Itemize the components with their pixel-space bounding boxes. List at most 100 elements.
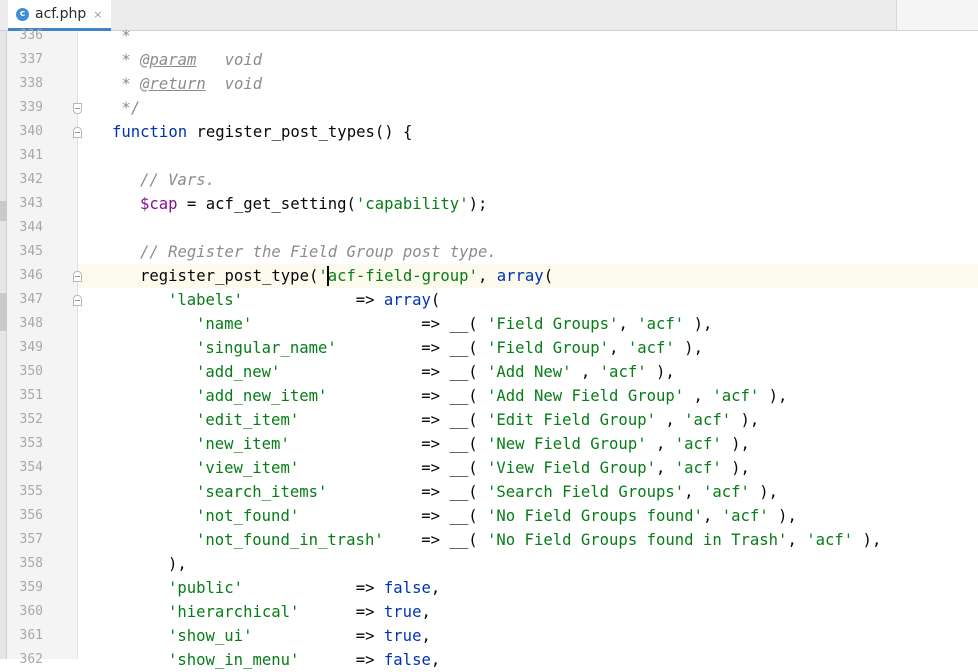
code-token: => __( — [252, 315, 488, 333]
code-line: register_post_type('acf-field-group', ar… — [140, 264, 553, 288]
code-token: 'Add New' — [487, 363, 572, 381]
code-token: => __( — [336, 339, 487, 357]
code-token: => — [243, 291, 384, 309]
code-token: 'View Field Group' — [487, 459, 656, 477]
code-token: 'search_items' — [195, 483, 328, 501]
line-number: 352 — [19, 412, 43, 427]
code-token: 'show_in_menu' — [167, 651, 300, 669]
line-number: 348 — [19, 316, 43, 331]
line-number: 358 — [19, 556, 43, 571]
code-token: , — [656, 411, 685, 429]
tool-window-strip — [0, 31, 7, 659]
code-token: 'acf' — [599, 363, 647, 381]
code-token: 'add_new' — [195, 363, 281, 381]
code-token: = acf_get_setting( — [177, 195, 356, 213]
code-line: 'public' => false, — [168, 576, 440, 600]
code-token: 'No Field Groups found' — [487, 507, 703, 525]
code-token: register_post_types() { — [196, 123, 413, 141]
code-token: array — [496, 267, 544, 285]
code-token: ), — [674, 339, 703, 357]
editor-tab-bar: c acf.php × — [0, 0, 978, 31]
code-editor[interactable]: * * @param void * @return void */function r… — [78, 27, 978, 669]
code-token: 'new_item' — [195, 435, 290, 453]
line-number: 337 — [19, 52, 43, 67]
code-token: // Register the Field Group post type. — [139, 243, 497, 261]
code-line: // Vars. — [140, 168, 215, 192]
code-line: 'not_found' => __( 'No Field Groups foun… — [196, 504, 797, 528]
code-token: 'show_ui' — [167, 627, 253, 645]
code-token: array — [383, 291, 431, 309]
code-line: 'not_found_in_trash' => __( 'No Field Gr… — [196, 528, 881, 552]
code-token: 'Field Group' — [487, 339, 610, 357]
code-line: 'view_item' => __( 'View Field Group', '… — [196, 456, 750, 480]
code-token: 'Edit Field Group' — [487, 411, 656, 429]
code-line: ), — [168, 552, 187, 576]
line-number: 342 — [19, 172, 43, 187]
code-token: 'not_found' — [195, 507, 300, 525]
line-number: 351 — [19, 388, 43, 403]
code-token: ), — [731, 411, 760, 429]
php-class-icon: c — [16, 7, 29, 21]
line-number: 339 — [19, 100, 43, 115]
code-line: 'add_new' => __( 'Add New' , 'acf' ), — [196, 360, 675, 384]
code-token: register_post_type( — [139, 267, 319, 285]
code-token: , — [430, 579, 441, 597]
code-token: 'acf' — [721, 507, 769, 525]
code-token: , — [430, 651, 441, 669]
tab-title: acf.php — [35, 6, 87, 22]
text-cursor — [326, 266, 329, 286]
line-number: 345 — [19, 244, 43, 259]
code-token: ), — [646, 363, 675, 381]
line-number: 340 — [19, 124, 43, 139]
strip-marker — [0, 293, 7, 331]
code-token: ), — [684, 315, 713, 333]
code-token: ( — [430, 291, 441, 309]
code-token: , — [702, 507, 722, 525]
close-icon[interactable]: × — [93, 8, 102, 21]
code-line: 'name' => __( 'Field Groups', 'acf' ), — [196, 312, 712, 336]
code-token: => __( — [299, 459, 487, 477]
code-line: * — [121, 24, 130, 48]
line-number: 349 — [19, 340, 43, 355]
code-line: 'add_new_item' => __( 'Add New Field Gro… — [196, 384, 788, 408]
code-token: * — [121, 75, 141, 93]
code-token: ), — [749, 483, 779, 501]
code-token: 'hierarchical' — [167, 603, 300, 621]
code-token: * — [121, 51, 141, 69]
code-token: , — [421, 627, 431, 645]
code-line: 'labels' => array( — [168, 288, 440, 312]
code-token: 'labels' — [167, 291, 244, 309]
line-number: 357 — [19, 532, 43, 547]
code-token: true — [383, 627, 422, 645]
code-token: 'not_found_in_trash' — [195, 531, 384, 549]
line-number: 350 — [19, 364, 43, 379]
code-token: 'view_item' — [195, 459, 300, 477]
code-token: 'add_new_item' — [195, 387, 328, 405]
code-token: 'acf' — [806, 531, 854, 549]
code-token: => — [299, 651, 384, 669]
code-token: => __( — [299, 411, 487, 429]
code-line: function register_post_types() { — [112, 120, 412, 144]
code-line: // Register the Field Group post type. — [140, 240, 497, 264]
line-number: 361 — [19, 628, 43, 643]
code-token: , — [477, 267, 497, 285]
code-token: 'acf' — [712, 387, 760, 405]
code-token: 'Search Field Groups' — [487, 483, 685, 501]
line-number: 343 — [19, 196, 43, 211]
code-token: @return — [140, 75, 206, 93]
code-token: , — [421, 603, 431, 621]
line-number: 344 — [19, 220, 43, 235]
line-number: 347 — [19, 292, 43, 307]
code-token: 'singular_name' — [195, 339, 337, 357]
code-token: @param — [140, 51, 197, 69]
code-token: 'Add New Field Group' — [487, 387, 685, 405]
line-number: 355 — [19, 484, 43, 499]
line-number-gutter[interactable]: 336 337 338 339 340 341 342 343 344 345 346 347 348 3… — [7, 28, 82, 667]
line-number: 336 — [19, 28, 43, 43]
tab-bar-empty-area — [896, 0, 978, 30]
code-token: 'name' — [195, 315, 253, 333]
line-number: 353 — [19, 436, 43, 451]
code-line: */ — [121, 96, 140, 120]
code-line: 'singular_name' => __( 'Field Group', 'a… — [196, 336, 703, 360]
code-token: false — [383, 579, 431, 597]
